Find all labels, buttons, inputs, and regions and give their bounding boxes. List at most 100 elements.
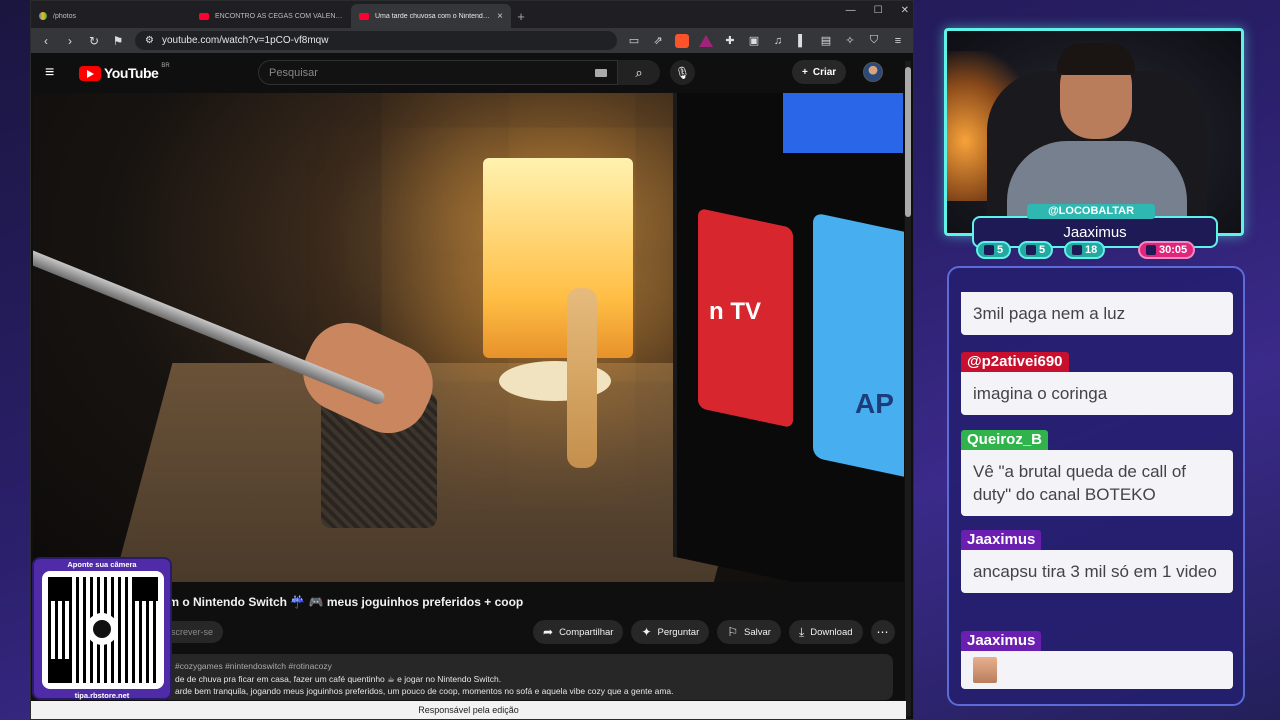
search-icon: ⌕	[635, 64, 643, 80]
stream-timer: 30:05	[1159, 244, 1188, 256]
search-input[interactable]: Pesquisar	[258, 60, 618, 85]
video-actions: ➦ Compartilhar ✦ Perguntar ⚐ Salvar ⤓ Downlo…	[533, 620, 895, 644]
youtube-count: 5	[1039, 244, 1046, 256]
chat-message-text: imagina o coringa	[961, 372, 1233, 415]
chat-username: @p2ativei690	[961, 352, 1069, 372]
close-tab-icon[interactable]: ×	[497, 11, 503, 22]
video-ap-text: AP	[855, 388, 894, 419]
forward-icon[interactable]: ›	[63, 34, 77, 48]
vpn-icon[interactable]: ⛉	[867, 34, 881, 47]
hamburger-menu-icon[interactable]: ≡	[45, 64, 69, 82]
sparkle-icon: ✦	[641, 625, 652, 639]
voice-search-button[interactable]: 🎙	[670, 60, 695, 85]
google-photos-icon	[39, 12, 47, 20]
back-icon[interactable]: ‹	[39, 34, 53, 48]
chat-message-text: 3mil paga nem a luz	[961, 292, 1233, 335]
download-icon: ⤓	[798, 624, 805, 639]
streamer-handle: @LOCOBALTAR	[1027, 204, 1155, 219]
window-controls: — ☐ ✕	[846, 5, 909, 16]
scrollbar-thumb[interactable]	[905, 67, 911, 217]
video-tv-text: n TV	[709, 298, 761, 325]
kick-viewers-badge: 18	[1064, 241, 1106, 259]
stream-timer-badge: 30:05	[1138, 241, 1196, 259]
twitch-viewers-badge: 5	[976, 241, 1012, 259]
more-actions-button[interactable]: ⋯	[870, 620, 895, 644]
youtube-logo[interactable]: YouTube BR	[79, 63, 170, 81]
chat-message-text: ancapsu tira 3 mil só em 1 video	[961, 550, 1233, 593]
qr-url: tipa.rbstore.net	[74, 691, 130, 700]
share-arrow-icon: ➦	[543, 625, 554, 639]
chat-username: Jaaximus	[961, 631, 1042, 651]
qr-code	[42, 571, 164, 689]
video-lamp-shade	[483, 158, 633, 358]
brave-shields-icon[interactable]	[675, 33, 689, 48]
stream-stats: 5 5 18 30:05	[976, 241, 1208, 259]
reload-icon[interactable]: ↻	[87, 34, 101, 48]
url-text: youtube.com/watch?v=1pCO-vf8mqw	[161, 35, 329, 46]
twitch-icon	[984, 245, 994, 255]
sidebar-icon[interactable]: ▌	[795, 35, 809, 47]
twitch-count: 5	[997, 244, 1004, 256]
chat-username: Queiroz_B	[961, 430, 1049, 450]
kick-count: 18	[1085, 244, 1098, 256]
video-player[interactable]: n TV AP	[33, 93, 904, 582]
download-label: Download	[810, 626, 853, 638]
ask-button[interactable]: ✦ Perguntar	[631, 620, 710, 644]
webcam-person-hair	[1057, 43, 1135, 75]
create-button[interactable]: + Criar	[792, 60, 847, 84]
brave-rewards-icon[interactable]	[699, 34, 713, 47]
maximize-icon[interactable]: ☐	[874, 5, 883, 16]
create-label: Criar	[812, 66, 837, 78]
youtube-favicon-icon	[359, 12, 369, 20]
youtube-icon	[1026, 245, 1036, 255]
bookmark-icon[interactable]: ⚑	[111, 34, 125, 48]
leo-icon[interactable]: ✧	[843, 34, 857, 47]
address-bar: ‹ › ↻ ⚑ ⚙ youtube.com/watch?v=1pCO-vf8mq…	[31, 28, 913, 53]
kick-icon	[1072, 245, 1082, 255]
chat-message: 3mil paga nem a luz	[961, 292, 1233, 335]
account-avatar[interactable]	[863, 62, 883, 82]
description-tags[interactable]: #cozygames #nintendoswitch #rotinacozy	[175, 660, 879, 673]
chat-message: Queiroz_B Vê "a brutal queda de call of …	[961, 430, 1233, 516]
download-button[interactable]: ⤓ Download	[788, 620, 863, 644]
screenshot-icon[interactable]: ▣	[747, 34, 761, 47]
new-tab-button[interactable]: +	[511, 4, 531, 28]
save-button[interactable]: ⚐ Salvar	[717, 620, 781, 644]
keyboard-icon[interactable]	[595, 68, 607, 77]
qr-pattern	[48, 577, 158, 683]
youtube-header: ≡ YouTube BR Pesquisar ⌕ 🎙 + Criar	[31, 53, 906, 93]
extensions-icon[interactable]: ✚	[723, 34, 737, 47]
qr-mic-icon	[86, 613, 118, 645]
search-placeholder: Pesquisar	[269, 66, 318, 79]
qr-overlay: Aponte sua câmera tipa.rbstore.net	[32, 557, 172, 700]
minimize-icon[interactable]: —	[846, 5, 856, 16]
menu-icon[interactable]: ≡	[891, 35, 905, 47]
share-button[interactable]: ➦ Compartilhar	[533, 620, 624, 644]
mic-icon: 🎙	[674, 65, 691, 80]
plus-icon: +	[802, 66, 808, 78]
country-code: BR	[161, 63, 170, 69]
qr-title: Aponte sua câmera	[67, 560, 137, 569]
tab-current-video[interactable]: Uma tarde chuvosa com o Nintendo S... ×	[351, 4, 511, 28]
chat-message-text: Vê "a brutal queda de call of duty" do c…	[961, 450, 1233, 516]
tab-label: /photos	[53, 12, 76, 20]
tab-label: Uma tarde chuvosa com o Nintendo S...	[375, 12, 492, 20]
site-settings-icon[interactable]: ⚙	[145, 35, 154, 46]
tab-bar: /photos ENCONTRO ÀS CEGAS COM VALENTINA …	[31, 1, 913, 28]
video-app-tile-top	[783, 93, 903, 153]
chat-message: Jaaximus ancapsu tira 3 mil só em 1 vide…	[961, 530, 1233, 593]
cast-icon[interactable]: ▭	[627, 34, 641, 47]
close-window-icon[interactable]: ✕	[901, 5, 909, 16]
page-scrollbar[interactable]	[905, 61, 911, 716]
tab-encontro[interactable]: ENCONTRO ÀS CEGAS COM VALENTINA BA...	[191, 4, 351, 28]
chat-panel: 3mil paga nem a luz @p2ativei690 imagina…	[947, 266, 1245, 706]
url-field[interactable]: ⚙ youtube.com/watch?v=1pCO-vf8mqw	[135, 31, 617, 50]
search-button[interactable]: ⌕	[618, 60, 660, 85]
tab-photos[interactable]: /photos	[31, 4, 191, 28]
music-icon[interactable]: ♫	[771, 35, 785, 47]
search-bar: Pesquisar ⌕ 🎙	[258, 60, 695, 85]
wallet-icon[interactable]: ▤	[819, 34, 833, 47]
share-icon[interactable]: ⇗	[651, 34, 665, 47]
video-description[interactable]: #cozygames #nintendoswitch #rotinacozy d…	[161, 654, 893, 700]
edit-credit-bar: Responsável pela edição	[31, 701, 906, 719]
